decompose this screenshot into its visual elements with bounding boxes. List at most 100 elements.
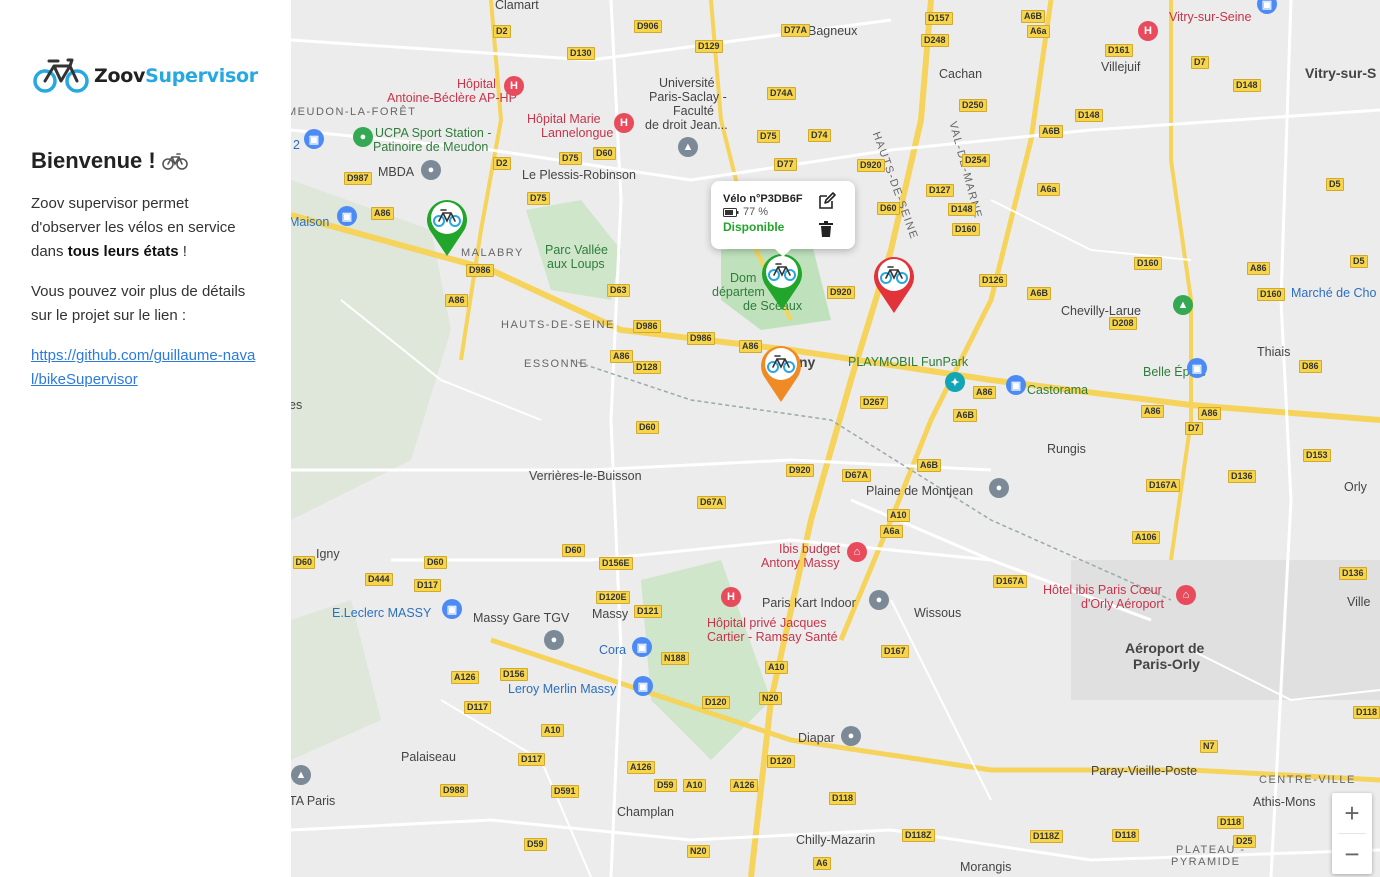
school-icon: ▲ xyxy=(291,765,311,785)
map-label: Vitry-sur-S xyxy=(1305,65,1377,81)
map-label: Paris-Orly xyxy=(1133,656,1200,672)
map-label: Lannelongue xyxy=(541,126,614,140)
map-label: Massy xyxy=(592,607,629,621)
logo-text: ZoovSupervisor xyxy=(94,65,258,87)
sidebar: ZoovSupervisor Bienvenue ! Zoov supervis… xyxy=(0,0,291,877)
road-shield: D444 xyxy=(365,573,393,586)
zoom-out-button[interactable]: − xyxy=(1332,834,1372,874)
road-shield: D60 xyxy=(636,421,659,434)
map-label: Orly xyxy=(1344,480,1367,494)
park-icon: ● xyxy=(353,127,373,147)
road-shield: D120E xyxy=(596,591,630,604)
map-label: Hôpital privé Jacques xyxy=(707,616,827,630)
map-label: HAUTS-DE-SEINE xyxy=(501,319,615,331)
map-label: Aéroport de xyxy=(1125,640,1205,656)
map-label: Parc Vallée xyxy=(545,243,608,257)
school-icon: ▲ xyxy=(678,137,698,157)
road-shield: D60 xyxy=(877,202,900,215)
road-shield: A126 xyxy=(730,779,758,792)
desc-bold: tous leurs états xyxy=(67,243,179,260)
road-shield: D117 xyxy=(518,753,546,766)
road-shield: D7 xyxy=(1185,422,1203,435)
map-label: Ibis budget xyxy=(779,542,841,556)
road-shield: D74A xyxy=(767,87,797,100)
bike-marker-available[interactable] xyxy=(758,250,806,312)
hotel-icon: ⌂ xyxy=(847,542,867,562)
map-label: Wissous xyxy=(914,606,962,620)
map-label: Hôtel ibis Paris Cœur xyxy=(1043,583,1162,597)
road-shield: D906 xyxy=(634,20,662,33)
place-icon: ● xyxy=(841,726,861,746)
road-shield: A86 xyxy=(445,294,468,307)
road-shield: D160 xyxy=(952,223,980,236)
road-shield: A10 xyxy=(765,661,788,674)
logo-prefix: Zoov xyxy=(94,65,146,87)
road-shield: D148 xyxy=(948,203,976,216)
map-label: Massy Gare TGV xyxy=(473,611,570,625)
zoom-in-button[interactable]: + xyxy=(1332,793,1372,833)
delete-icon[interactable] xyxy=(819,221,833,242)
map-label: Igny xyxy=(316,547,340,561)
map-label: CENTRE-VILLE xyxy=(1259,774,1356,786)
road-shield: D167 xyxy=(881,645,909,658)
road-shield: D987 xyxy=(344,172,372,185)
map-label: Paris-Saclay - xyxy=(649,90,727,104)
map-label: Palaiseau xyxy=(401,750,456,764)
map-label: Morangis xyxy=(960,860,1012,874)
map-label: départem xyxy=(712,285,765,299)
road-shield: D129 xyxy=(695,40,723,53)
map-label: es xyxy=(291,398,303,412)
road-shield: A86 xyxy=(1198,407,1221,420)
map-label: Plaine de Montjean xyxy=(866,484,974,498)
road-shield: D60 xyxy=(292,556,316,569)
road-shield: D75 xyxy=(559,152,582,165)
map-label: ESSONNE xyxy=(524,358,589,370)
zoom-control: + − xyxy=(1332,793,1372,874)
road-shield: D167A xyxy=(1146,479,1181,492)
map-label: Villejuif xyxy=(1101,60,1141,74)
road-shield: A86 xyxy=(1141,405,1164,418)
road-shield: D267 xyxy=(860,396,888,409)
place-icon: ● xyxy=(421,160,441,180)
road-shield: A6a xyxy=(880,525,903,538)
map-label: Faculté xyxy=(673,104,714,118)
edit-icon[interactable] xyxy=(818,192,836,215)
map-label: Cartier - Ramsay Santé xyxy=(707,630,838,644)
road-shield: D130 xyxy=(567,47,595,60)
map-label: Champlan xyxy=(617,805,674,819)
road-shield: D156 xyxy=(500,668,528,681)
bicycle-icon xyxy=(161,153,188,170)
road-shield: D160 xyxy=(1257,288,1285,301)
place-icon: ● xyxy=(869,590,889,610)
hospital-icon: H xyxy=(1138,21,1158,41)
road-shield: D126 xyxy=(979,274,1007,287)
bike-pin-icon xyxy=(874,257,914,313)
battery-icon xyxy=(723,207,739,217)
hospital-icon: H xyxy=(614,113,634,133)
map-label: PLAYMOBIL FunPark xyxy=(848,355,969,369)
bike-pin-icon xyxy=(427,200,467,256)
map-label: Cachan xyxy=(939,67,983,81)
github-link[interactable]: https://github.com/guillaume-naval/bikeS… xyxy=(31,344,256,392)
road-shield: D208 xyxy=(1109,317,1137,330)
bike-marker-available[interactable] xyxy=(423,196,471,258)
road-shield: D118 xyxy=(1217,816,1245,829)
map-label: de droit Jean... xyxy=(645,118,728,132)
bike-pin-icon xyxy=(761,346,801,402)
road-shield: D67A xyxy=(842,469,872,482)
road-shield: D153 xyxy=(1303,449,1331,462)
road-shield: A86 xyxy=(371,207,394,220)
road-shield: D920 xyxy=(827,286,855,299)
road-shield: A126 xyxy=(451,671,479,684)
road-shield: A6B xyxy=(1039,125,1064,138)
map-label: Chilly-Mazarin xyxy=(796,833,876,847)
logo-suffix: Supervisor xyxy=(145,65,258,87)
bike-marker-warning[interactable] xyxy=(757,342,805,404)
bike-marker-error[interactable] xyxy=(870,253,918,315)
road-shield: D60 xyxy=(424,556,447,569)
shopping-icon: ▣ xyxy=(633,676,653,696)
road-shield: D77 xyxy=(774,158,797,171)
road-shield: A6B xyxy=(953,409,978,422)
map-view[interactable]: Clamart Bagneux Cachan Villejuif Vitry-s… xyxy=(291,0,1380,877)
road-shield: A6B xyxy=(1027,287,1052,300)
